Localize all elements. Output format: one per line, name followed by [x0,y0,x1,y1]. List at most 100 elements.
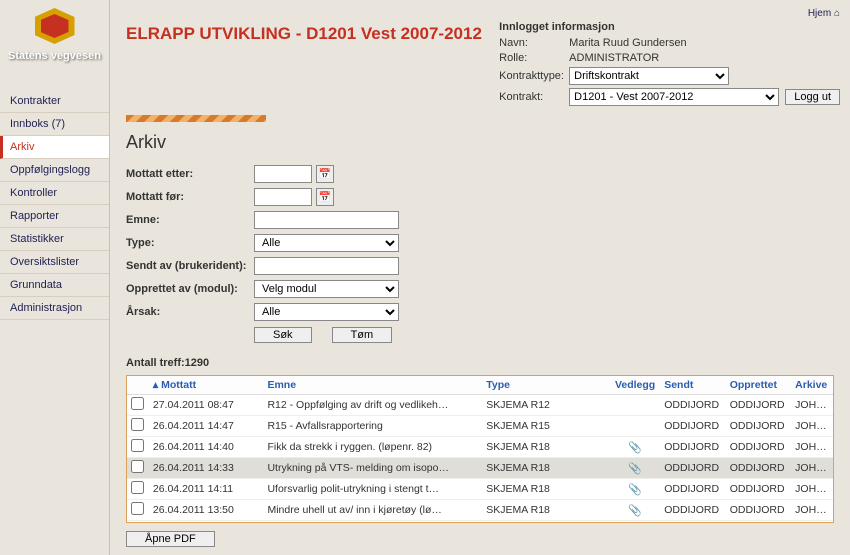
cell-mottatt: 26.04.2011 14:47 [149,416,264,437]
nav-grunndata[interactable]: Grunndata [0,274,109,297]
sidebar: Statens vegvesen Kontrakter Innboks (7) … [0,0,110,555]
row-checkbox[interactable] [131,439,144,452]
row-checkbox[interactable] [131,397,144,410]
table-row[interactable]: 26.04.2011 14:33Utrykning på VTS- meldin… [127,458,833,479]
cell-sendt: ODDIJORD [660,500,725,521]
nav-oppfolgingslogg[interactable]: Oppfølgingslogg [0,159,109,182]
table-row[interactable]: 26.04.2011 13:31R19 - Månedsrapport HMSS… [127,521,833,523]
nav-innboks[interactable]: Innboks (7) [0,113,109,136]
cell-opprettet: ODDIJORD [726,395,791,416]
cell-emne: R15 - Avfallsrapportering [263,416,482,437]
row-checkbox[interactable] [131,481,144,494]
cell-arkiv: JOH… [791,500,833,521]
label-emne: Emne: [126,214,254,226]
cell-opprettet: ODDIJORD [726,500,791,521]
cell-emne: R12 - Oppfølging av drift og vedlikeh… [263,395,482,416]
label-sendt-av: Sendt av (brukerident): [126,260,254,272]
select-type[interactable]: Alle [254,234,399,252]
cell-type: SKJEMA R18 [482,500,610,521]
name-value: Marita Ruud Gundersen [569,37,686,49]
brand-name: Statens vegvesen [0,50,109,62]
col-opprettet[interactable]: Opprettet [726,376,791,395]
nav-rapporter[interactable]: Rapporter [0,205,109,228]
cell-opprettet: ODDIJORD [726,479,791,500]
row-checkbox[interactable] [131,502,144,515]
cell-sendt: ODDIJORD [660,521,725,523]
header: ELRAPP UTVIKLING - D1201 Vest 2007-2012 … [110,0,850,109]
col-arkiv[interactable]: Arkive [791,376,833,395]
calendar-icon[interactable]: 📅 [316,188,334,206]
label-arsak: Årsak: [126,306,254,318]
cell-sendt: ODDIJORD [660,395,725,416]
cell-vedlegg: 📎 [610,500,660,521]
input-mottatt-etter[interactable] [254,165,312,183]
select-opprettet-av[interactable]: Velg modul [254,280,399,298]
logout-button[interactable]: Logg ut [785,89,840,105]
kontrakt-label: Kontrakt: [499,91,569,103]
cell-type: SKJEMA R15 [482,416,610,437]
nav-kontroller[interactable]: Kontroller [0,182,109,205]
ktype-label: Kontrakttype: [499,70,569,82]
sort-asc-icon: ▴ [153,379,161,391]
cell-type: SKJEMA R19 [482,521,610,523]
nav: Kontrakter Innboks (7) Arkiv Oppfølgings… [0,90,109,320]
label-mottatt-etter: Mottatt etter: [126,168,254,180]
cell-arkiv: JOH… [791,437,833,458]
col-checkbox[interactable] [127,376,149,395]
col-type[interactable]: Type [482,376,610,395]
home-link[interactable]: Hjem ⌂ [499,8,840,19]
nav-oversiktslister[interactable]: Oversiktslister [0,251,109,274]
label-opprettet-av: Opprettet av (modul): [126,283,254,295]
col-sendt[interactable]: Sendt [660,376,725,395]
select-arsak[interactable]: Alle [254,303,399,321]
cell-vedlegg [610,521,660,523]
table-row[interactable]: 26.04.2011 14:11Uforsvarlig polit-utrykn… [127,479,833,500]
nav-kontrakter[interactable]: Kontrakter [0,90,109,113]
cell-mottatt: 26.04.2011 13:50 [149,500,264,521]
search-button[interactable]: Søk [254,327,312,343]
nav-administrasjon[interactable]: Administrasjon [0,297,109,320]
name-label: Navn: [499,37,569,49]
cell-mottatt: 26.04.2011 14:40 [149,437,264,458]
clear-button[interactable]: Tøm [332,327,393,343]
role-label: Rolle: [499,52,569,64]
nav-arkiv[interactable]: Arkiv [0,136,109,159]
cell-mottatt: 26.04.2011 13:31 [149,521,264,523]
table-row[interactable]: 26.04.2011 14:47R15 - Avfallsrapporterin… [127,416,833,437]
col-mottatt[interactable]: ▴ Mottatt [149,376,264,395]
logo-icon [35,8,75,44]
input-mottatt-for[interactable] [254,188,312,206]
cell-opprettet: ODDIJORD [726,437,791,458]
ktype-select[interactable]: Driftskontrakt [569,67,729,85]
session-panel: Hjem ⌂ Innlogget informasjon Navn:Marita… [499,8,840,109]
cell-sendt: ODDIJORD [660,479,725,500]
input-sendt-av[interactable] [254,257,399,275]
paperclip-icon: 📎 [628,505,642,517]
cell-mottatt: 27.04.2011 08:47 [149,395,264,416]
table-row[interactable]: 27.04.2011 08:47R12 - Oppfølging av drif… [127,395,833,416]
decorative-stripe [126,115,266,122]
table-row[interactable]: 26.04.2011 14:40Fikk da strekk i ryggen.… [127,437,833,458]
col-emne[interactable]: Emne [263,376,482,395]
nav-statistikker[interactable]: Statistikker [0,228,109,251]
row-checkbox[interactable] [131,418,144,431]
cell-opprettet: ODDIJORD [726,521,791,523]
open-pdf-button[interactable]: Åpne PDF [126,531,215,547]
cell-opprettet: ODDIJORD [726,458,791,479]
cell-emne: R19 - Månedsrapport HMS [263,521,482,523]
cell-sendt: ODDIJORD [660,458,725,479]
label-type: Type: [126,237,254,249]
kontrakt-select[interactable]: D1201 - Vest 2007-2012 [569,88,779,106]
table-row[interactable]: 26.04.2011 13:50Mindre uhell ut av/ inn … [127,500,833,521]
cell-emne: Mindre uhell ut av/ inn i kjøretøy (lø… [263,500,482,521]
cell-arkiv: JOH… [791,521,833,523]
app-title: ELRAPP UTVIKLING - D1201 Vest 2007-2012 [126,8,482,109]
col-vedlegg[interactable]: Vedlegg [610,376,660,395]
cell-mottatt: 26.04.2011 14:33 [149,458,264,479]
filter-panel: Mottatt etter: 📅 Mottatt før: 📅 Emne: Type… [110,161,850,351]
row-checkbox[interactable] [131,460,144,473]
label-mottatt-for: Mottatt før: [126,191,254,203]
input-emne[interactable] [254,211,399,229]
paperclip-icon: 📎 [628,442,642,454]
calendar-icon[interactable]: 📅 [316,165,334,183]
